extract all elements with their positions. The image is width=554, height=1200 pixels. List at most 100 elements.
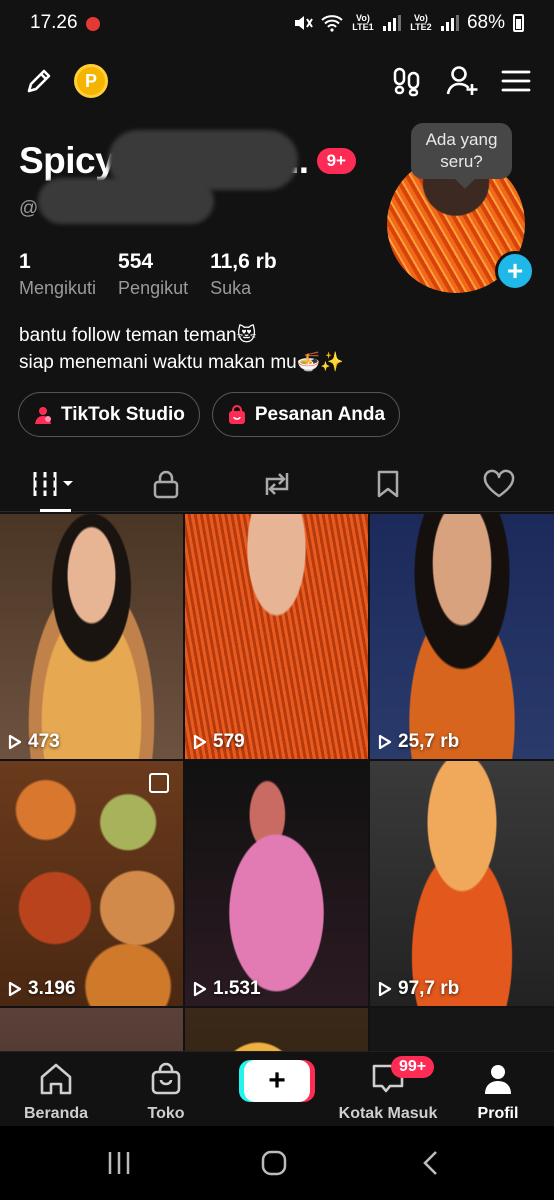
sim1-label: Vo) LTE1 (352, 13, 374, 32)
video-thumbnail[interactable]: 25,7 rb (370, 514, 554, 759)
coin-letter: P (74, 64, 108, 98)
stat-number: 11,6 rb (210, 250, 277, 273)
lock-icon (153, 470, 179, 498)
profile-action-buttons: TikTok Studio Pesanan Anda (18, 392, 401, 437)
coin-icon[interactable]: P (74, 64, 108, 98)
view-count-value: 579 (213, 731, 245, 752)
stat-following[interactable]: 1 Mengikuti (19, 250, 96, 299)
stat-label: Pengikut (118, 278, 189, 298)
create-button[interactable]: + (244, 1060, 310, 1102)
home-system-icon[interactable] (258, 1148, 290, 1178)
tab-videos[interactable] (0, 456, 111, 512)
grid-videos-icon (33, 471, 74, 496)
tiktok-studio-button[interactable]: TikTok Studio (18, 392, 200, 437)
view-count: 579 (193, 731, 245, 753)
play-icon (193, 981, 207, 997)
menu-icon[interactable] (500, 66, 532, 96)
view-count: 3.196 (8, 978, 76, 1000)
system-navigation-bar (0, 1126, 554, 1200)
video-grid: 473 579 25,7 rb 3.196 1.531 97,7 rb (0, 514, 554, 1051)
view-count-value: 25,7 rb (398, 731, 460, 752)
empty-grid-cell (370, 1008, 554, 1051)
inbox-badge: 99+ (391, 1056, 435, 1078)
orders-button[interactable]: Pesanan Anda (211, 392, 401, 437)
view-count-value: 1.531 (213, 978, 261, 999)
view-count: 1.531 (193, 978, 261, 1000)
play-icon (378, 981, 392, 997)
video-thumbnail[interactable]: 1.531 (185, 761, 368, 1006)
video-thumbnail[interactable]: 3.196 (0, 761, 183, 1006)
video-thumbnail[interactable]: 579 (185, 514, 368, 759)
tab-favorites[interactable] (332, 456, 443, 511)
play-icon (8, 734, 22, 750)
repost-icon (265, 472, 289, 495)
nav-home[interactable]: Beranda (1, 1062, 111, 1123)
studio-icon (35, 406, 51, 424)
nav-home-label: Beranda (23, 1105, 89, 1122)
tab-reposts[interactable] (222, 456, 333, 511)
add-friend-icon[interactable] (445, 64, 481, 98)
tab-liked[interactable] (443, 456, 554, 511)
shopping-bag-icon (228, 404, 245, 424)
stat-number: 1 (19, 250, 31, 273)
profile-person-icon (485, 1065, 511, 1094)
stat-likes[interactable]: 11,6 rb Suka (210, 250, 277, 299)
nav-profile[interactable]: Profil (443, 1062, 553, 1123)
play-icon (8, 981, 22, 997)
video-thumbnail[interactable]: 97,7 rb (370, 761, 554, 1006)
tiktok-studio-label: TikTok Studio (61, 403, 185, 425)
video-thumbnail[interactable] (0, 1008, 183, 1051)
view-count: 473 (8, 731, 60, 753)
profile-bio: bantu follow teman teman😻 siap menemani … (19, 322, 344, 376)
bio-line: siap menemani waktu makan mu🍜✨ (19, 352, 345, 373)
display-name: Spicy (19, 140, 116, 181)
bio-line: bantu follow teman teman😻 (19, 325, 257, 346)
stat-label: Mengikuti (19, 278, 97, 298)
signal2-icon (440, 15, 459, 31)
notification-badge[interactable]: 9+ (316, 148, 356, 174)
recent-apps-icon[interactable] (104, 1148, 134, 1178)
video-thumbnail[interactable] (185, 1008, 368, 1051)
battery-percent: 68% (466, 12, 505, 33)
view-count: 97,7 rb (378, 978, 459, 1000)
content-tabs (0, 456, 554, 512)
home-icon (40, 1063, 72, 1095)
edit-pencil-icon[interactable] (22, 64, 56, 98)
footprints-icon[interactable] (390, 64, 424, 98)
sim2-label: Vo) LTE2 (410, 13, 432, 32)
stat-followers[interactable]: 554 Pengikut (118, 250, 188, 299)
view-count: 25,7 rb (378, 731, 459, 753)
view-count-value: 97,7 rb (398, 978, 460, 999)
bookmark-icon (377, 470, 399, 497)
back-icon[interactable] (416, 1148, 446, 1178)
nav-inbox[interactable]: 99+ Kotak Masuk (333, 1056, 443, 1123)
mute-icon (294, 16, 313, 30)
photo-carousel-icon (149, 773, 169, 793)
username-handle: @ (19, 198, 39, 219)
nav-inbox-label: Kotak Masuk (338, 1105, 438, 1122)
view-count-value: 3.196 (28, 978, 76, 999)
nav-shop-label: Toko (147, 1105, 185, 1122)
add-story-plus-icon[interactable]: + (495, 251, 535, 291)
notification-dot-icon (85, 17, 100, 31)
status-time: 17.26 (30, 12, 78, 33)
battery-icon (513, 14, 524, 32)
signal1-icon (382, 15, 401, 31)
wifi-icon (321, 15, 343, 32)
view-count-value: 473 (28, 731, 60, 752)
tab-private[interactable] (111, 456, 222, 511)
bottom-navigation: Beranda Toko + 99+ Kotak Masuk Profil (0, 1051, 554, 1126)
profile-top-bar: P (0, 60, 554, 104)
nav-shop[interactable]: Toko (111, 1062, 221, 1123)
nav-profile-label: Profil (477, 1105, 519, 1122)
video-thumbnail[interactable]: 473 (0, 514, 183, 759)
status-bar: 17.26 Vo) LTE1 Vo) LTE2 68% (0, 0, 554, 46)
orders-label: Pesanan Anda (254, 403, 386, 425)
stat-number: 554 (118, 250, 154, 273)
story-prompt-bubble[interactable]: Ada yang seru? (411, 123, 512, 179)
stat-label: Suka (210, 278, 252, 298)
heart-icon (483, 469, 514, 497)
redaction-handle (38, 178, 214, 224)
play-icon (193, 734, 207, 750)
play-icon (378, 734, 392, 750)
